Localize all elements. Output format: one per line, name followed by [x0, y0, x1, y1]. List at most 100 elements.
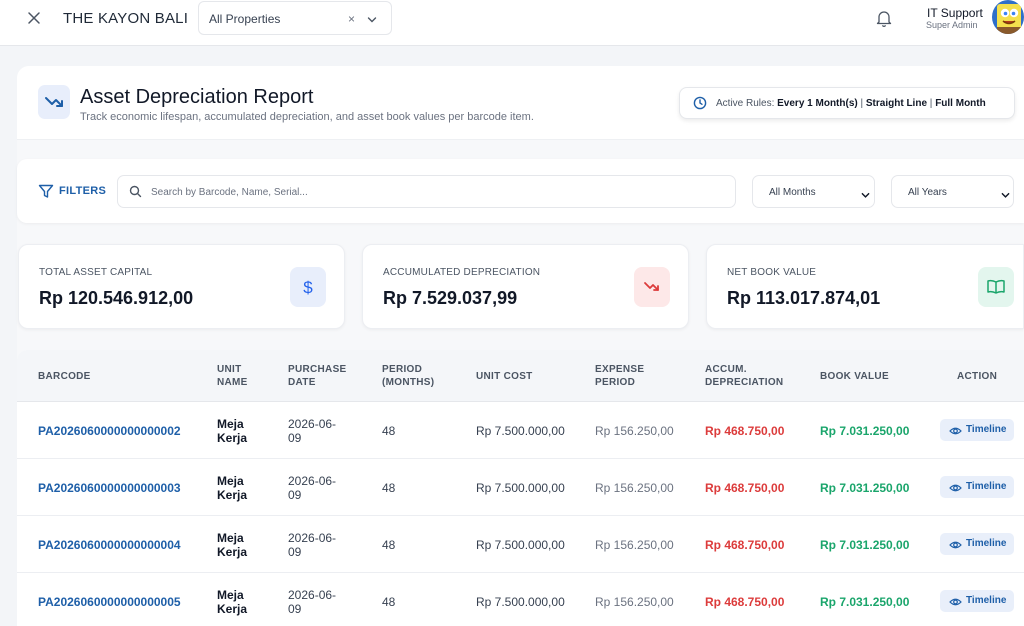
book-open-icon	[978, 267, 1014, 307]
month-select[interactable]: All Months	[752, 175, 875, 208]
timeline-button[interactable]: Timeline	[940, 533, 1014, 555]
rule-method: Straight Line	[865, 98, 928, 109]
column-barcode[interactable]: BARCODE	[38, 370, 91, 383]
top-bar: THE KAYON BALI All Properties × IT Suppo…	[0, 0, 1024, 46]
unit-cost: Rp 7.500.000,00	[476, 481, 565, 495]
expense-period: Rp 156.250,00	[595, 595, 674, 609]
active-rules-text: Active Rules: Every 1 Month(s) | Straigh…	[716, 98, 986, 109]
eye-icon	[949, 595, 962, 613]
expense-period: Rp 156.250,00	[595, 424, 674, 438]
accum-depreciation: Rp 468.750,00	[705, 424, 785, 438]
stat-card-accumulated-depreciation: ACCUMULATED DEPRECIATION Rp 7.529.037,99	[362, 244, 689, 329]
period-months: 48	[382, 538, 396, 552]
column-expense-period[interactable]: EXPENSE PERIOD	[595, 363, 644, 389]
accum-depreciation: Rp 468.750,00	[705, 538, 785, 552]
column-accum-depreciation[interactable]: ACCUM. DEPRECIATION	[705, 363, 783, 389]
purchase-date: 2026-06- 09	[288, 588, 337, 616]
search-icon	[129, 185, 142, 203]
bell-icon[interactable]	[876, 9, 892, 32]
unit-cost: Rp 7.500.000,00	[476, 424, 565, 438]
clear-selection-icon[interactable]: ×	[348, 12, 355, 26]
stat-value: Rp 113.017.874,01	[727, 288, 881, 308]
column-book-value[interactable]: BOOK VALUE	[820, 370, 889, 383]
svg-text:$: $	[303, 278, 313, 297]
stat-label: ACCUMULATED DEPRECIATION	[383, 267, 541, 278]
search-placeholder: Search by Barcode, Name, Serial...	[151, 187, 308, 198]
unit-name: Meja Kerja	[217, 588, 248, 616]
property-name: THE KAYON BALI	[63, 10, 189, 27]
accum-depreciation: Rp 468.750,00	[705, 595, 785, 609]
property-select-value: All Properties	[209, 12, 281, 26]
timeline-label: Timeline	[966, 424, 1007, 435]
period-months: 48	[382, 424, 396, 438]
unit-name: Meja Kerja	[217, 417, 248, 445]
column-purchase-date[interactable]: PURCHASE DATE	[288, 363, 347, 389]
stat-value: Rp 120.546.912,00	[39, 288, 194, 308]
user-name[interactable]: IT Support	[927, 6, 983, 20]
book-value: Rp 7.031.250,00	[820, 595, 910, 609]
trending-down-icon	[38, 85, 70, 119]
column-period[interactable]: PERIOD (MONTHS)	[382, 363, 434, 389]
barcode-link[interactable]: PA2026060000000000005	[38, 595, 181, 609]
depreciation-table: BARCODE UNIT NAME PURCHASE DATE PERIOD (MON…	[17, 350, 1024, 626]
expense-period: Rp 156.250,00	[595, 538, 674, 552]
barcode-link[interactable]: PA2026060000000000004	[38, 538, 181, 552]
stat-label: NET BOOK VALUE	[727, 267, 817, 278]
purchase-date: 2026-06- 09	[288, 417, 337, 445]
barcode-link[interactable]: PA2026060000000000002	[38, 424, 181, 438]
expense-period: Rp 156.250,00	[595, 481, 674, 495]
timeline-button[interactable]: Timeline	[940, 590, 1014, 612]
dollar-icon: $	[290, 267, 326, 307]
user-role: Super Admin	[926, 20, 978, 30]
unit-cost: Rp 7.500.000,00	[476, 538, 565, 552]
table-header: BARCODE UNIT NAME PURCHASE DATE PERIOD (MON…	[17, 350, 1024, 402]
chevron-down-icon	[1001, 187, 1010, 205]
timeline-button[interactable]: Timeline	[940, 419, 1014, 441]
purchase-date: 2026-06- 09	[288, 474, 337, 502]
timeline-label: Timeline	[966, 538, 1007, 549]
property-select[interactable]: All Properties ×	[198, 1, 392, 35]
column-unit-name[interactable]: UNIT NAME	[217, 363, 248, 389]
eye-icon	[949, 481, 962, 499]
book-value: Rp 7.031.250,00	[820, 424, 910, 438]
active-rules-badge: Active Rules: Every 1 Month(s) | Straigh…	[679, 87, 1015, 119]
year-select-value: All Years	[908, 187, 947, 198]
table-row: PA2026060000000000003 Meja Kerja 2026-06-…	[17, 459, 1024, 516]
purchase-date: 2026-06- 09	[288, 531, 337, 559]
column-unit-cost[interactable]: UNIT COST	[476, 370, 533, 383]
accum-depreciation: Rp 468.750,00	[705, 481, 785, 495]
eye-icon	[949, 424, 962, 442]
stat-value: Rp 7.529.037,99	[383, 288, 518, 308]
table-row: PA2026060000000000002 Meja Kerja 2026-06-…	[17, 402, 1024, 459]
table-row: PA2026060000000000004 Meja Kerja 2026-06-…	[17, 516, 1024, 573]
unit-cost: Rp 7.500.000,00	[476, 595, 565, 609]
timeline-label: Timeline	[966, 595, 1007, 606]
column-action: ACTION	[957, 371, 998, 382]
book-value: Rp 7.031.250,00	[820, 538, 910, 552]
unit-name: Meja Kerja	[217, 474, 248, 502]
trending-down-icon	[634, 267, 670, 307]
rule-period: Full Month	[935, 98, 986, 109]
stat-label: TOTAL ASSET CAPITAL	[39, 267, 153, 278]
rule-interval: Every 1 Month(s)	[777, 98, 858, 109]
book-value: Rp 7.031.250,00	[820, 481, 910, 495]
stat-card-total-capital: TOTAL ASSET CAPITAL Rp 120.546.912,00 $	[18, 244, 345, 329]
filter-icon	[38, 184, 54, 204]
timeline-button[interactable]: Timeline	[940, 476, 1014, 498]
page-title: Asset Depreciation Report	[80, 86, 314, 108]
month-select-value: All Months	[769, 187, 816, 198]
period-months: 48	[382, 481, 396, 495]
year-select[interactable]: All Years	[891, 175, 1014, 208]
avatar[interactable]	[992, 0, 1024, 34]
filters-label: FILTERS	[59, 185, 107, 197]
period-months: 48	[382, 595, 396, 609]
chevron-down-icon[interactable]	[367, 12, 377, 30]
close-icon[interactable]	[26, 10, 42, 26]
unit-name: Meja Kerja	[217, 531, 248, 559]
eye-icon	[949, 538, 962, 556]
barcode-link[interactable]: PA2026060000000000003	[38, 481, 181, 495]
stat-card-net-book-value: NET BOOK VALUE Rp 113.017.874,01	[706, 244, 1024, 329]
search-input[interactable]: Search by Barcode, Name, Serial...	[117, 175, 736, 208]
clock-icon	[693, 96, 707, 115]
chevron-down-icon	[861, 187, 870, 205]
